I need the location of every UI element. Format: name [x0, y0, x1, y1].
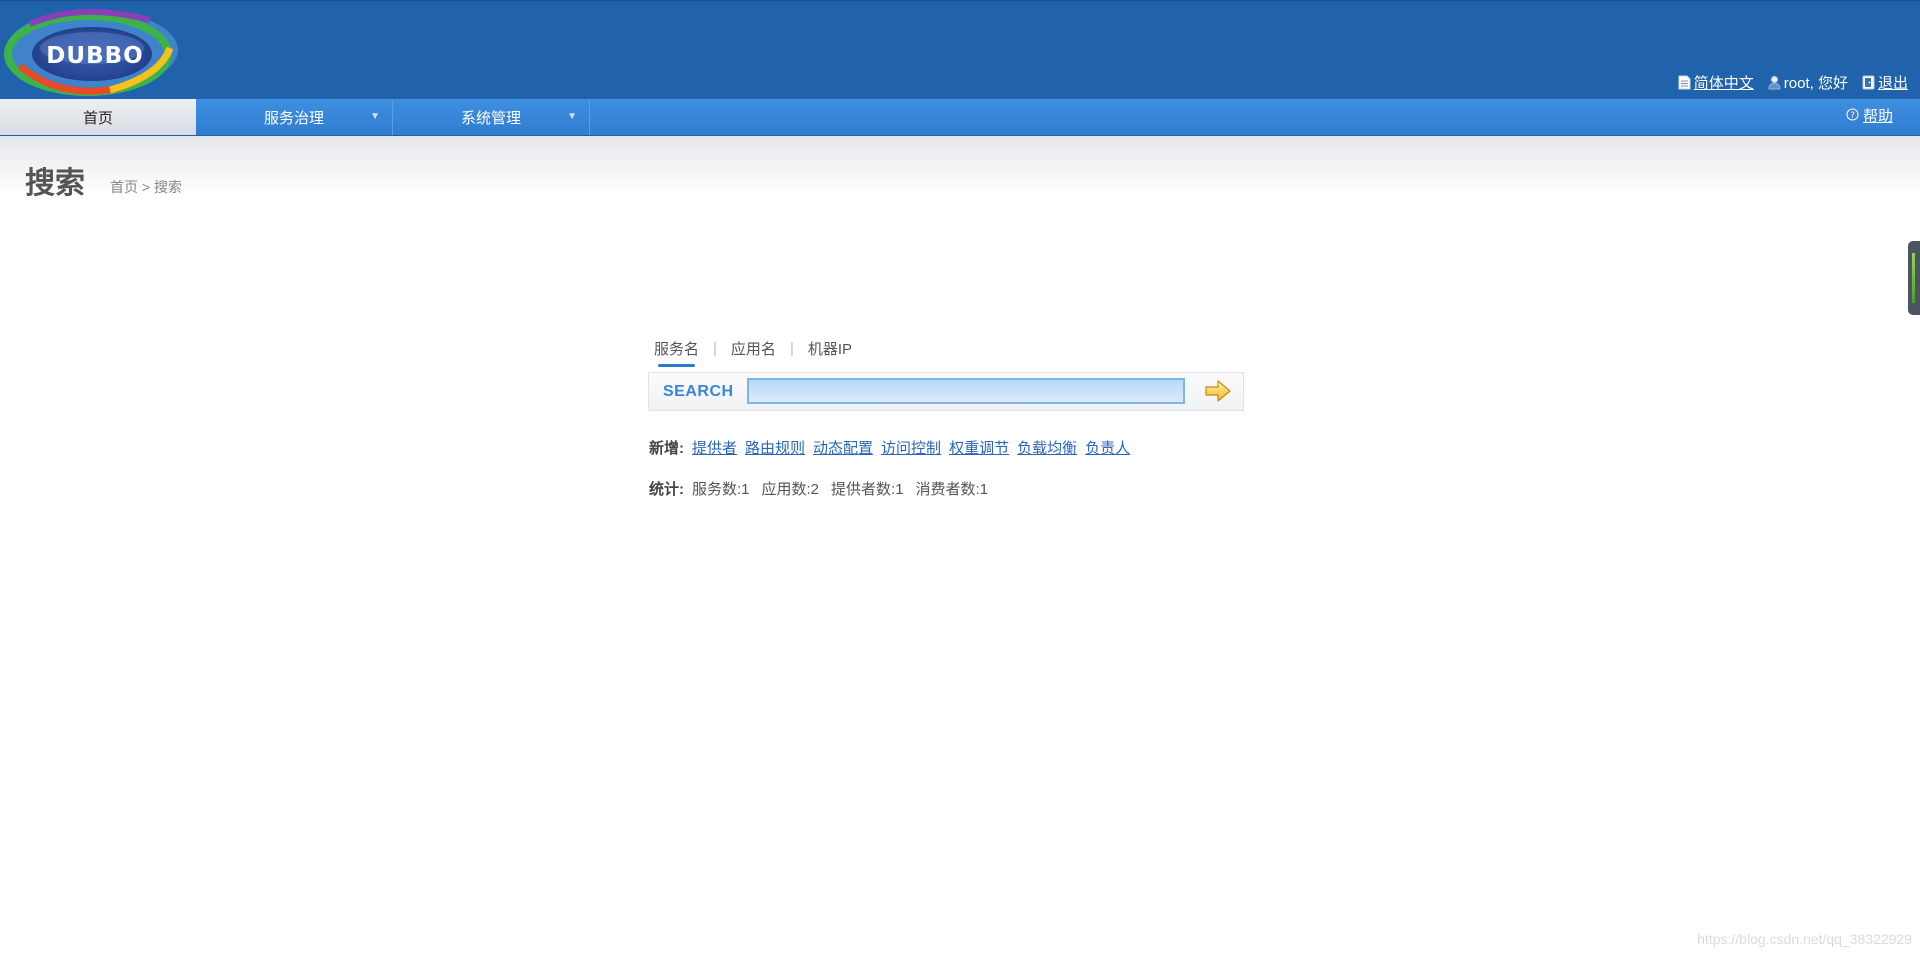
- document-icon: [1678, 75, 1691, 90]
- stat-application-count: 应用数:2: [761, 481, 820, 498]
- add-route-rule-link[interactable]: 路由规则: [745, 437, 805, 458]
- nav-service-governance[interactable]: 服务治理 ▼: [196, 99, 393, 135]
- tab-machine-ip[interactable]: 机器IP: [808, 338, 852, 359]
- nav-home[interactable]: 首页: [0, 99, 196, 135]
- search-button[interactable]: [1204, 379, 1232, 403]
- tab-service-name[interactable]: 服务名: [654, 338, 699, 367]
- page: DUBBO 简体中文 root, 您好 退出 首页 服务治理 ▼ 系统管理 ▼ …: [0, 0, 1920, 955]
- add-row: 新增: 提供者 路由规则 动态配置 访问控制 权重调节 负载均衡 负责人: [649, 437, 1138, 458]
- arrow-right-icon: [1205, 380, 1231, 402]
- stats-label: 统计:: [649, 481, 684, 498]
- language-link[interactable]: 简体中文: [1694, 72, 1754, 93]
- logo-text: DUBBO: [46, 43, 144, 69]
- help-link[interactable]: 帮助: [1863, 97, 1893, 137]
- chevron-down-icon: ▼: [370, 111, 380, 122]
- user-icon: [1768, 75, 1781, 90]
- stat-service-count: 服务数:1: [692, 481, 750, 498]
- logout-item: 退出: [1862, 72, 1908, 93]
- add-dynamic-config-link[interactable]: 动态配置: [813, 437, 873, 458]
- title-band: [0, 136, 1920, 196]
- search-tabs: 服务名 | 应用名 | 机器IP: [654, 338, 852, 367]
- user-bar: 简体中文 root, 您好 退出: [1678, 71, 1908, 93]
- add-access-control-link[interactable]: 访问控制: [881, 437, 941, 458]
- svg-text:?: ?: [1850, 111, 1855, 121]
- search-label: SEARCH: [663, 383, 734, 400]
- add-provider-link[interactable]: 提供者: [692, 437, 737, 458]
- logout-icon: [1862, 75, 1875, 90]
- add-label: 新增:: [649, 440, 684, 457]
- stats-row: 统计: 服务数:1 应用数:2 提供者数:1 消费者数:1: [649, 478, 1000, 499]
- nav-system-admin-label: 系统管理: [460, 110, 521, 127]
- watermark: https://blog.csdn.net/qq_38322929: [1697, 931, 1912, 947]
- breadcrumb: 首页 > 搜索: [110, 179, 182, 195]
- add-weight-adjust-link[interactable]: 权重调节: [949, 437, 1009, 458]
- logout-link[interactable]: 退出: [1878, 72, 1908, 93]
- side-scroll-handle[interactable]: [1908, 241, 1920, 315]
- search-box: SEARCH: [648, 372, 1244, 411]
- nav-system-admin[interactable]: 系统管理 ▼: [393, 99, 590, 135]
- header: DUBBO 简体中文 root, 您好 退出: [0, 0, 1920, 100]
- search-input[interactable]: [747, 378, 1185, 404]
- tab-divider: |: [713, 340, 717, 357]
- nav-service-governance-label: 服务治理: [263, 110, 324, 127]
- language-item: 简体中文: [1678, 72, 1754, 93]
- side-strip-bar: [1912, 253, 1915, 303]
- chevron-down-icon: ▼: [567, 111, 577, 122]
- dubbo-logo[interactable]: DUBBO: [0, 4, 182, 96]
- nav-home-label: 首页: [82, 110, 113, 127]
- add-owner-link[interactable]: 负责人: [1085, 437, 1130, 458]
- tab-divider: |: [789, 340, 794, 357]
- tab-application-name[interactable]: 应用名: [731, 338, 776, 359]
- stat-consumer-count: 消费者数:1: [915, 481, 989, 498]
- user-greeting: root, 您好: [1783, 74, 1848, 92]
- help-item: ? 帮助: [1846, 99, 1893, 135]
- stat-provider-count: 提供者数:1: [831, 481, 904, 498]
- help-icon: ?: [1846, 97, 1859, 137]
- user-item: root, 您好: [1768, 72, 1848, 93]
- main-nav: 首页 服务治理 ▼ 系统管理 ▼ ? 帮助: [0, 99, 1920, 136]
- add-load-balance-link[interactable]: 负载均衡: [1017, 437, 1077, 458]
- page-title: 搜索: [25, 167, 85, 200]
